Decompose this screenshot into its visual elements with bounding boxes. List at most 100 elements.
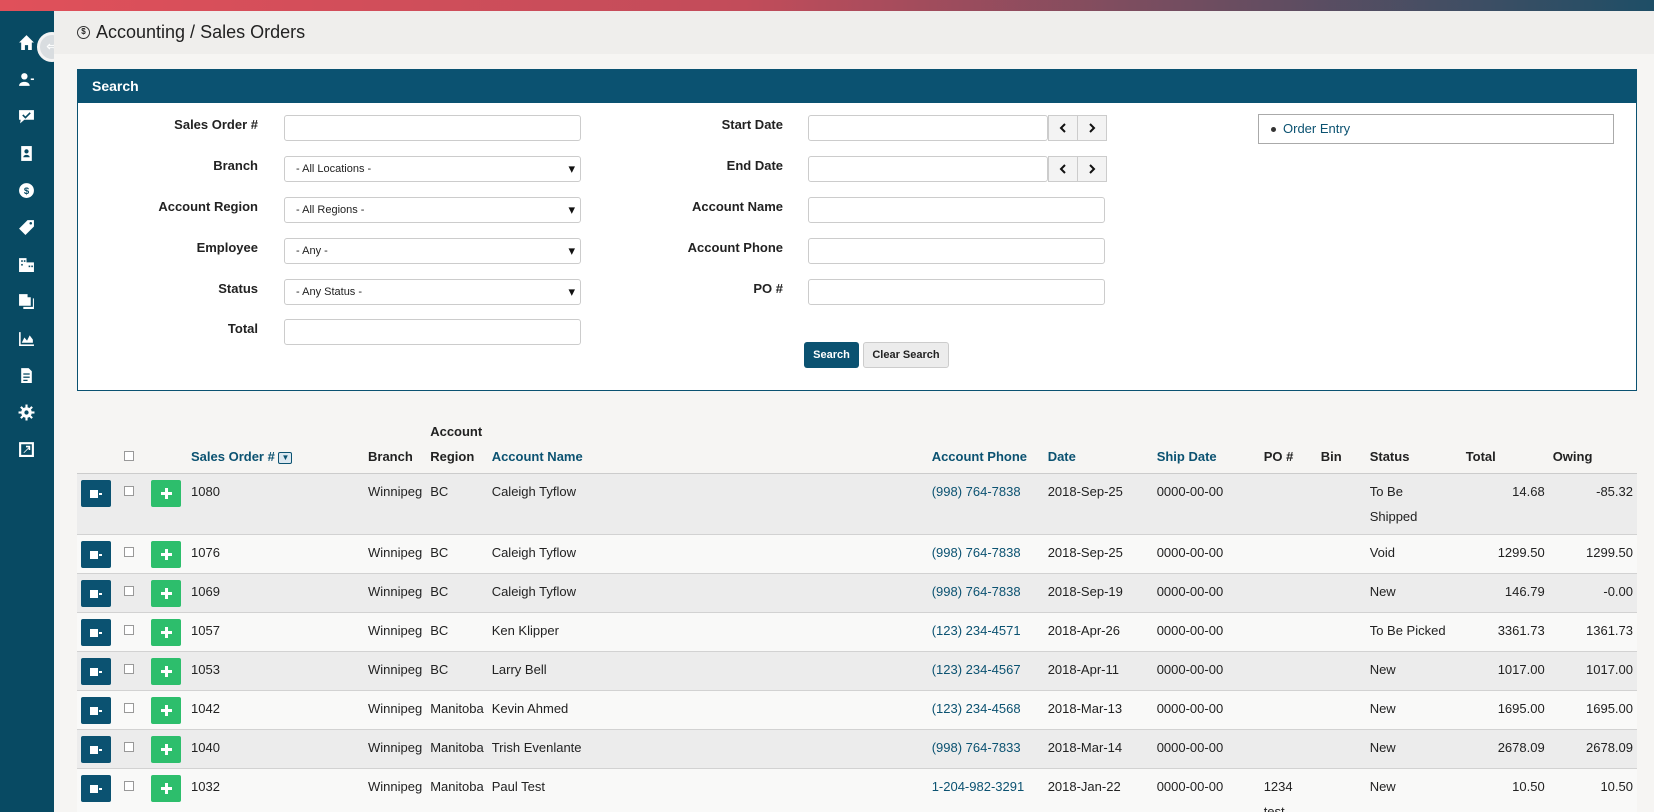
- sort-dropdown-icon[interactable]: ▼: [278, 451, 293, 464]
- date-header[interactable]: Date: [1043, 419, 1153, 474]
- account-phone-link[interactable]: (998) 764-7838: [927, 534, 1044, 574]
- owing-cell: 1299.50: [1548, 534, 1637, 574]
- row-checkbox[interactable]: [124, 586, 134, 596]
- owing-cell: -85.32: [1548, 473, 1637, 535]
- contacts-icon[interactable]: [13, 66, 39, 92]
- table-row[interactable]: 1076 Winnipeg BC Caleigh Tyflow (998) 764-78…: [77, 534, 1637, 574]
- buildings-icon[interactable]: [13, 251, 39, 277]
- add-button[interactable]: [151, 736, 181, 763]
- branch-label: Branch: [213, 158, 258, 173]
- ship-date-cell: 0000-00-00: [1152, 768, 1260, 812]
- row-checkbox[interactable]: [124, 547, 134, 557]
- ship-date-header[interactable]: Ship Date: [1152, 419, 1260, 474]
- row-checkbox[interactable]: [124, 703, 134, 713]
- add-button[interactable]: [151, 541, 181, 568]
- end-date-next-button[interactable]: [1077, 156, 1107, 182]
- documents-icon[interactable]: [13, 288, 39, 314]
- account-name-header[interactable]: Account Name: [487, 419, 928, 474]
- row-checkbox[interactable]: [124, 625, 134, 635]
- row-checkbox[interactable]: [124, 664, 134, 674]
- table-row[interactable]: 1053 Winnipeg BC Larry Bell (123) 234-4567 20…: [77, 651, 1637, 691]
- account-phone-header[interactable]: Account Phone: [927, 419, 1044, 474]
- owing-cell: 1017.00: [1548, 651, 1637, 691]
- account-name-cell: Kevin Ahmed: [487, 690, 928, 730]
- start-date-prev-button[interactable]: [1048, 115, 1078, 141]
- add-button[interactable]: [151, 775, 181, 802]
- view-order-button[interactable]: [81, 775, 111, 802]
- view-order-button[interactable]: [81, 619, 111, 646]
- row-checkbox[interactable]: [124, 781, 134, 791]
- search-button[interactable]: Search: [804, 342, 859, 368]
- view-order-button[interactable]: [81, 541, 111, 568]
- view-order-button[interactable]: [81, 480, 111, 507]
- total-cell: 10.50: [1461, 768, 1549, 812]
- account-phone-link[interactable]: (998) 764-7838: [927, 473, 1044, 535]
- region-cell: Manitoba: [426, 690, 488, 730]
- actions-cell: [77, 534, 117, 574]
- row-checkbox[interactable]: [124, 486, 134, 496]
- start-date-input[interactable]: [808, 115, 1048, 141]
- add-cell: [147, 651, 187, 691]
- bin-cell: [1316, 473, 1366, 535]
- add-button[interactable]: [151, 619, 181, 646]
- plus-icon: [160, 549, 172, 560]
- accounting-icon[interactable]: $: [13, 177, 39, 203]
- table-row[interactable]: 1080 Winnipeg BC Caleigh Tyflow (998) 764-78…: [77, 473, 1637, 535]
- account-name-cell: Caleigh Tyflow: [487, 473, 928, 535]
- add-button[interactable]: [151, 580, 181, 607]
- account-phone-link[interactable]: (123) 234-4571: [927, 612, 1044, 652]
- clear-search-button[interactable]: Clear Search: [863, 342, 949, 368]
- table-row[interactable]: 1032 Winnipeg Manitoba Paul Test 1-204-982-3…: [77, 768, 1637, 812]
- view-order-button[interactable]: [81, 736, 111, 763]
- branch-select[interactable]: - All Locations -: [284, 156, 581, 182]
- external-link-icon[interactable]: [13, 436, 39, 462]
- table-row[interactable]: 1069 Winnipeg BC Caleigh Tyflow (998) 764-78…: [77, 573, 1637, 613]
- po-cell: [1259, 651, 1317, 691]
- end-date-prev-button[interactable]: [1048, 156, 1078, 182]
- view-order-button[interactable]: [81, 658, 111, 685]
- branch-cell: Winnipeg: [364, 651, 427, 691]
- view-order-button[interactable]: [81, 580, 111, 607]
- table-row[interactable]: 1057 Winnipeg BC Ken Klipper (123) 234-4571 2…: [77, 612, 1637, 652]
- tags-icon[interactable]: [13, 214, 39, 240]
- add-button[interactable]: [151, 697, 181, 724]
- account-name-input[interactable]: [808, 197, 1105, 223]
- account-phone-link[interactable]: (998) 764-7838: [927, 573, 1044, 613]
- start-date-label: Start Date: [721, 117, 783, 132]
- add-button[interactable]: [151, 480, 181, 507]
- home-icon[interactable]: [13, 29, 39, 55]
- start-date-next-button[interactable]: [1077, 115, 1107, 141]
- account-region-select[interactable]: - All Regions -: [284, 197, 581, 223]
- account-phone-input[interactable]: [808, 238, 1105, 264]
- account-phone-link[interactable]: 1-204-982-3291: [927, 768, 1044, 812]
- po-cell: [1259, 612, 1317, 652]
- messages-icon[interactable]: [13, 103, 39, 129]
- notes-icon[interactable]: [13, 362, 39, 388]
- account-phone-link[interactable]: (998) 764-7833: [927, 729, 1044, 769]
- settings-icon[interactable]: [13, 399, 39, 425]
- order-entry-link[interactable]: Order Entry: [1283, 121, 1350, 136]
- top-accent-bar: [0, 0, 1654, 11]
- branch-cell: Winnipeg: [364, 473, 427, 535]
- select-all-checkbox[interactable]: [124, 451, 134, 461]
- add-button[interactable]: [151, 658, 181, 685]
- sales-order-cell: 1053: [187, 651, 364, 691]
- employee-select[interactable]: - Any -: [284, 238, 581, 264]
- status-select[interactable]: - Any Status -: [284, 279, 581, 305]
- chevron-left-icon: [1059, 164, 1066, 174]
- po-input[interactable]: [808, 279, 1105, 305]
- reports-icon[interactable]: [13, 325, 39, 351]
- sales-order-header[interactable]: Sales Order # ▼: [187, 419, 364, 474]
- status-cell: New: [1365, 573, 1462, 613]
- row-checkbox[interactable]: [124, 742, 134, 752]
- account-phone-link[interactable]: (123) 234-4568: [927, 690, 1044, 730]
- address-book-icon[interactable]: [13, 140, 39, 166]
- sales-order-input[interactable]: [284, 115, 581, 141]
- end-date-input[interactable]: [808, 156, 1048, 182]
- total-input[interactable]: [284, 319, 581, 345]
- date-cell: 2018-Sep-25: [1043, 473, 1153, 535]
- view-order-button[interactable]: [81, 697, 111, 724]
- table-row[interactable]: 1040 Winnipeg Manitoba Trish Evenlante (998)…: [77, 729, 1637, 769]
- table-row[interactable]: 1042 Winnipeg Manitoba Kevin Ahmed (123) 234…: [77, 690, 1637, 730]
- account-phone-link[interactable]: (123) 234-4567: [927, 651, 1044, 691]
